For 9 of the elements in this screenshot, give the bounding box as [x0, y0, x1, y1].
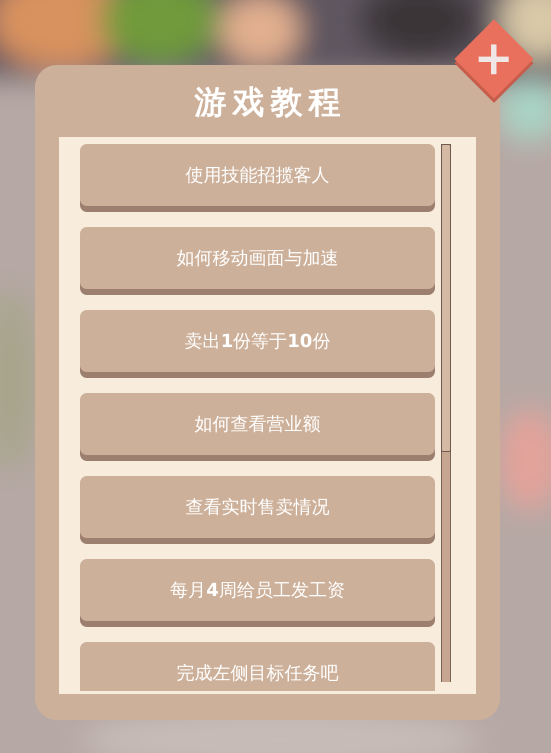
tutorial-button[interactable]: 使用技能招揽客人: [80, 144, 435, 206]
tutorial-button[interactable]: 卖出1份等于10份: [80, 310, 435, 372]
tutorial-button[interactable]: 如何查看营业额: [80, 393, 435, 455]
tutorial-button[interactable]: 如何移动画面与加速: [80, 227, 435, 289]
dialog-title: 游戏教程: [193, 82, 346, 123]
tutorial-button[interactable]: 查看实时售卖情况: [80, 476, 435, 538]
scrollbar[interactable]: [441, 144, 451, 682]
tutorial-button[interactable]: 完成左侧目标任务吧: [80, 642, 435, 691]
scrollbar-thumb[interactable]: [441, 144, 451, 452]
